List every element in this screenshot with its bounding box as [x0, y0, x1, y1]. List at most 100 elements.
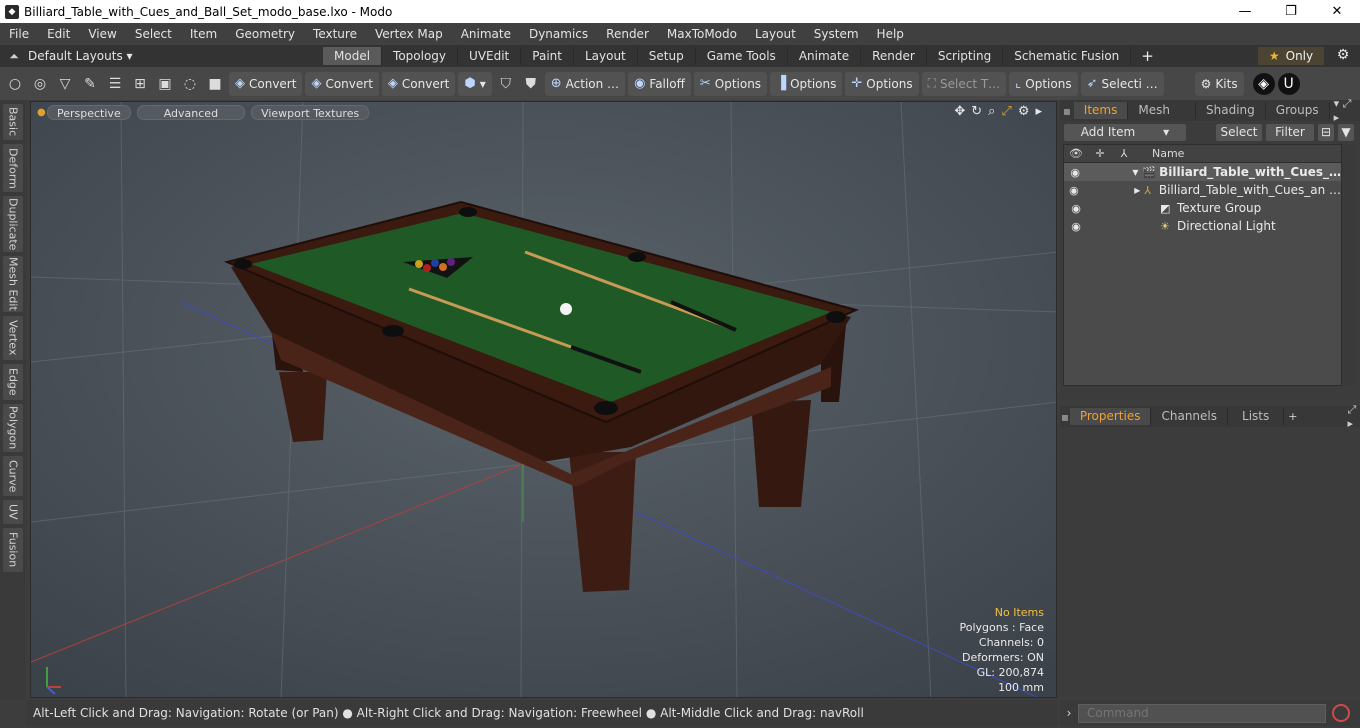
menu-layout[interactable]: Layout: [746, 27, 805, 41]
grid-icon[interactable]: ⊞: [129, 73, 151, 95]
vtab-uv[interactable]: UV: [3, 500, 23, 524]
tab-lists[interactable]: Lists: [1228, 408, 1285, 425]
options-button-3[interactable]: ✛ Options: [845, 71, 919, 96]
convert-button-1[interactable]: ◈ Convert: [229, 71, 303, 96]
add-panel-tab-button[interactable]: +: [1288, 410, 1297, 423]
layout-toggle-icon[interactable]: ⏶: [0, 49, 28, 64]
vtab-curve[interactable]: Curve: [3, 456, 23, 496]
eye-icon[interactable]: ◉: [1064, 202, 1088, 215]
tab-scripting[interactable]: Scripting: [927, 47, 1004, 65]
unity-icon[interactable]: ◈: [1252, 72, 1275, 95]
eye-icon[interactable]: ◉: [1064, 166, 1086, 179]
align-icon[interactable]: ☰: [104, 73, 126, 95]
3d-viewport[interactable]: ● Perspective Advanced Viewport Textures…: [30, 101, 1057, 698]
tab-topology[interactable]: Topology: [382, 47, 459, 65]
zoom-icon[interactable]: ⌕: [988, 104, 995, 119]
funnel-icon[interactable]: ▼: [1338, 123, 1354, 141]
panel-options-icons[interactable]: ⤢ ▸: [1347, 403, 1360, 430]
menu-help[interactable]: Help: [868, 27, 913, 41]
menu-dynamics[interactable]: Dynamics: [520, 27, 597, 41]
only-toggle[interactable]: ★ Only: [1258, 47, 1324, 65]
convert-button-2[interactable]: ◈ Convert: [305, 71, 379, 96]
fit-icon[interactable]: ⤢: [1001, 104, 1011, 119]
vertex-mode-icon[interactable]: ○: [4, 73, 26, 95]
menu-texture[interactable]: Texture: [304, 27, 366, 41]
tab-properties[interactable]: Properties: [1069, 408, 1152, 425]
tab-render[interactable]: Render: [861, 47, 927, 65]
symmetry-icon[interactable]: ⛉: [495, 73, 517, 95]
menu-vertex-map[interactable]: Vertex Map: [366, 27, 452, 41]
type-column-icon[interactable]: ⅄: [1112, 147, 1136, 160]
tab-game-tools[interactable]: Game Tools: [696, 47, 788, 65]
kits-button[interactable]: ⚙ Kits: [1194, 71, 1244, 96]
pan-icon[interactable]: ✥: [954, 104, 965, 119]
visibility-column-icon[interactable]: 👁: [1064, 147, 1088, 160]
tab-layout[interactable]: Layout: [574, 47, 638, 65]
vtab-basic[interactable]: Basic: [3, 104, 23, 140]
options-button-2[interactable]: ▐ Options: [770, 71, 843, 96]
viewport-menu-icon[interactable]: ●: [37, 107, 47, 118]
selection-button[interactable]: ➶ Selecti …: [1080, 71, 1164, 96]
vtab-duplicate[interactable]: Duplicate: [3, 196, 23, 252]
expand-arrow-icon[interactable]: ▸: [1084, 183, 1144, 197]
perspective-button[interactable]: Perspective: [47, 104, 131, 120]
add-tab-button[interactable]: +: [1131, 47, 1164, 65]
viewport-gear-icon[interactable]: ⚙: [1018, 104, 1030, 119]
menu-system[interactable]: System: [805, 27, 868, 41]
eye-icon[interactable]: ◉: [1064, 184, 1084, 197]
options-button-1[interactable]: ✂ Options: [693, 71, 768, 96]
advanced-button[interactable]: Advanced: [136, 104, 246, 120]
default-layouts-dropdown[interactable]: Default Layouts ▾: [28, 49, 323, 63]
menu-geometry[interactable]: Geometry: [226, 27, 304, 41]
vtab-polygon[interactable]: Polygon: [3, 404, 23, 452]
filter-button[interactable]: Filter: [1266, 123, 1314, 141]
tree-row-texture-group[interactable]: ◉ ◩ Texture Group: [1064, 199, 1341, 217]
command-history-arrow-icon[interactable]: ›: [1060, 706, 1078, 720]
select-button[interactable]: Select: [1216, 123, 1262, 141]
pen-icon[interactable]: ▽: [54, 73, 76, 95]
tab-shading[interactable]: Shading: [1196, 102, 1266, 119]
menu-render[interactable]: Render: [597, 27, 658, 41]
options-button-4[interactable]: ⌞ Options: [1009, 71, 1078, 96]
brush-icon[interactable]: ✎: [79, 73, 101, 95]
rotate-icon[interactable]: ↻: [971, 104, 982, 119]
tree-row-scene[interactable]: ◉ ▾ 🎬 Billiard_Table_with_Cues_…: [1064, 163, 1341, 181]
expand-arrow-icon[interactable]: ▾: [1086, 165, 1142, 179]
tab-channels[interactable]: Channels: [1151, 408, 1229, 425]
action-center-button[interactable]: ⊕ Action …: [544, 71, 626, 96]
falloff-button[interactable]: ◉ Falloff: [628, 71, 691, 96]
vtab-vertex[interactable]: Vertex: [3, 316, 23, 360]
tree-row-mesh[interactable]: ◉ ▸ ⅄ Billiard_Table_with_Cues_an …: [1064, 181, 1341, 199]
record-macro-icon[interactable]: [1332, 704, 1350, 722]
vtab-mesh-edit[interactable]: Mesh Edit: [3, 256, 23, 312]
name-column-header[interactable]: Name: [1152, 147, 1184, 160]
menu-file[interactable]: File: [0, 27, 38, 41]
vtab-fusion[interactable]: Fusion: [3, 528, 23, 572]
cube-icon[interactable]: ■: [204, 73, 226, 95]
tab-setup[interactable]: Setup: [638, 47, 696, 65]
tab-animate[interactable]: Animate: [788, 47, 862, 65]
tab-uvedit[interactable]: UVEdit: [458, 47, 522, 65]
convert-button-3[interactable]: ◈ Convert: [381, 71, 456, 96]
add-item-button[interactable]: Add Item ▾: [1064, 123, 1186, 141]
items-scrollbar[interactable]: [1342, 144, 1356, 386]
menu-view[interactable]: View: [79, 27, 125, 41]
shield-icon[interactable]: ⛊: [520, 73, 542, 95]
command-input[interactable]: [1078, 703, 1326, 723]
maximize-button[interactable]: ❐: [1268, 0, 1314, 23]
vtab-deform[interactable]: Deform: [3, 144, 23, 192]
viewport-expand-icon[interactable]: ▸: [1035, 104, 1042, 119]
circle-select-icon[interactable]: ◌: [179, 73, 201, 95]
tab-mesh[interactable]: Mesh …: [1128, 102, 1197, 134]
tab-model[interactable]: Model: [323, 47, 383, 65]
close-button[interactable]: ✕: [1314, 0, 1360, 23]
select-through-button[interactable]: ⛶ Select T…: [921, 71, 1007, 96]
menu-edit[interactable]: Edit: [38, 27, 79, 41]
tree-row-directional-light[interactable]: ◉ ☀ Directional Light: [1064, 217, 1341, 235]
unreal-icon[interactable]: U: [1277, 72, 1300, 95]
tab-paint[interactable]: Paint: [521, 47, 574, 65]
panel-options-icons[interactable]: ▾ ⤢ ▸: [1334, 97, 1360, 124]
vtab-edge[interactable]: Edge: [3, 364, 23, 400]
collapse-icon[interactable]: ⊟: [1318, 123, 1334, 141]
sphere-icon[interactable]: ◎: [29, 73, 51, 95]
